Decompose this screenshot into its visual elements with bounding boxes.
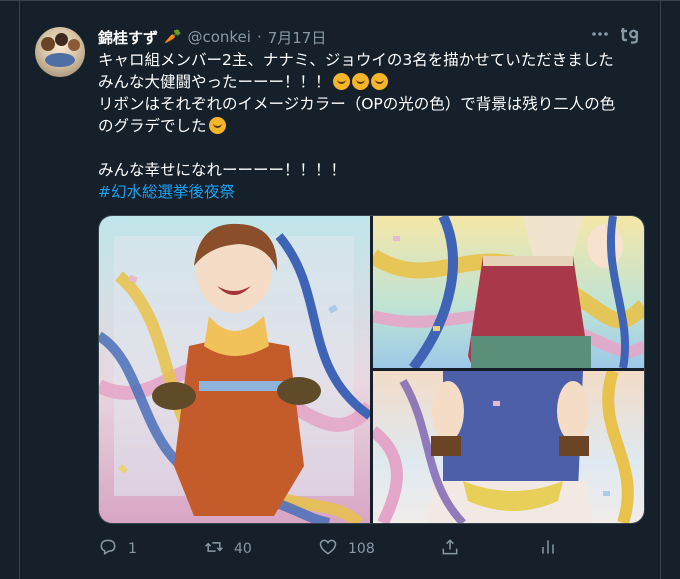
reply-button[interactable]: 1 [98, 536, 137, 562]
right-border [660, 0, 661, 579]
retweet-icon [204, 537, 224, 561]
retweet-count: 40 [234, 541, 252, 557]
tweet-line: キャロ組メンバー2主、ナナミ、ジョウイの3名を描かせていただきました [98, 51, 614, 69]
app-badge-icon[interactable] [620, 24, 640, 44]
media-image-3[interactable] [373, 371, 644, 523]
share-icon [440, 537, 460, 561]
media-image-2[interactable] [373, 216, 644, 368]
share-button[interactable] [440, 536, 460, 562]
party-face-icon [370, 73, 388, 90]
tweet-date[interactable]: 7月17日 [268, 27, 327, 48]
analytics-icon [538, 537, 558, 561]
author-name[interactable]: 錦桂すず [98, 27, 158, 48]
media-image-1[interactable] [99, 216, 370, 523]
reply-count: 1 [128, 541, 137, 557]
more-dots-icon[interactable] [589, 24, 611, 46]
reply-icon [98, 537, 118, 561]
hashtag-link[interactable]: #幻水総選挙後夜祭 [98, 183, 235, 201]
header-separator: · [256, 28, 262, 46]
party-face-icon [332, 73, 350, 90]
top-divider [0, 0, 680, 1]
tweet-line: みんな幸せになれーーーー！！！！ [98, 161, 347, 179]
left-border [19, 0, 20, 579]
tweet-line: リボンはそれぞれのイメージカラー（OPの光の色）で背景は残り二人の色 [98, 95, 616, 113]
like-button[interactable]: 108 [318, 536, 375, 562]
avatar[interactable] [35, 27, 85, 77]
tweet-line: のグラデでした [98, 115, 648, 137]
media-grid [98, 215, 645, 524]
heart-icon [318, 537, 338, 561]
author-handle[interactable]: @conkei [187, 28, 250, 46]
hashtag-line: #幻水総選挙後夜祭 [98, 181, 648, 203]
like-count: 108 [348, 541, 375, 557]
carrot-icon: 🥕 [164, 29, 182, 45]
smiling-face-with-hearts-icon [208, 117, 226, 134]
retweet-button[interactable]: 40 [204, 536, 252, 562]
tweet-text: キャロ組メンバー2主、ナナミ、ジョウイの3名を描かせていただきました みんな大健… [98, 49, 648, 203]
analytics-button[interactable] [538, 536, 558, 562]
tweet-line: みんな大健闘やったーーー！！！ [98, 71, 648, 93]
party-face-icon [351, 73, 369, 90]
action-bar: 1 40 108 [98, 536, 558, 562]
tweet-header: 錦桂すず 🥕 @conkei · 7月17日 [98, 26, 326, 48]
